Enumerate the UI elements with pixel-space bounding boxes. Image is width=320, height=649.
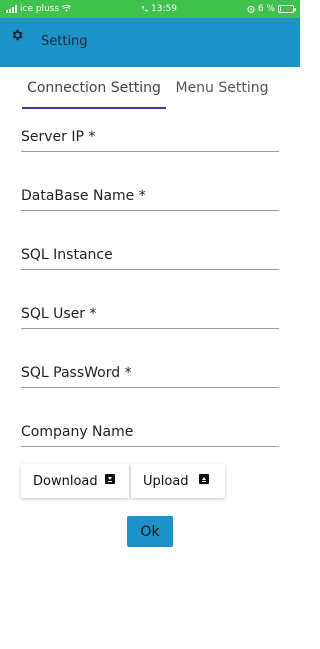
- ok-button[interactable]: Ok: [127, 516, 173, 547]
- signal-icon: [6, 5, 17, 13]
- download-button[interactable]: Download: [21, 464, 129, 498]
- status-bar: ice pluss 13:59 6 %: [0, 0, 300, 18]
- download-button-label: Download: [33, 473, 98, 489]
- wifi-icon: [62, 5, 72, 12]
- sql-password-label: SQL PassWord *: [21, 365, 132, 381]
- carrier-name: ice pluss: [20, 4, 60, 14]
- battery-icon: [277, 5, 296, 13]
- sql-instance-field[interactable]: SQL Instance: [21, 240, 279, 270]
- tab-menu-setting[interactable]: Menu Setting: [167, 67, 277, 109]
- status-left: ice pluss: [6, 4, 72, 14]
- action-button-row: Download Upload: [21, 464, 225, 498]
- alarm-icon: [247, 5, 255, 13]
- tab-connection-setting[interactable]: Connection Setting: [22, 67, 166, 109]
- company-name-field[interactable]: Company Name: [21, 417, 279, 447]
- download-icon: [105, 474, 115, 484]
- database-name-label: DataBase Name *: [21, 188, 146, 204]
- sql-password-field[interactable]: SQL PassWord *: [21, 358, 279, 388]
- upload-button[interactable]: Upload: [131, 464, 225, 498]
- server-ip-field[interactable]: Server IP *: [21, 122, 279, 152]
- clock: 13:59: [151, 4, 177, 14]
- tab-indicator: [22, 107, 166, 109]
- sql-user-label: SQL User *: [21, 306, 97, 322]
- upload-button-label: Upload: [143, 473, 189, 489]
- status-center: 13:59: [141, 4, 177, 14]
- database-name-field[interactable]: DataBase Name *: [21, 181, 279, 211]
- app-bar: Setting: [0, 18, 300, 67]
- gear-icon[interactable]: [10, 28, 24, 42]
- phone-icon: [141, 5, 148, 12]
- sql-instance-label: SQL Instance: [21, 247, 113, 263]
- server-ip-label: Server IP *: [21, 129, 96, 145]
- page-title: Setting: [41, 34, 88, 49]
- status-right: 6 %: [247, 4, 296, 14]
- sql-user-field[interactable]: SQL User *: [21, 299, 279, 329]
- battery-percent: 6 %: [257, 4, 275, 14]
- company-name-label: Company Name: [21, 424, 134, 440]
- tab-bar: Connection Setting Menu Setting: [0, 67, 300, 111]
- upload-icon: [199, 474, 209, 484]
